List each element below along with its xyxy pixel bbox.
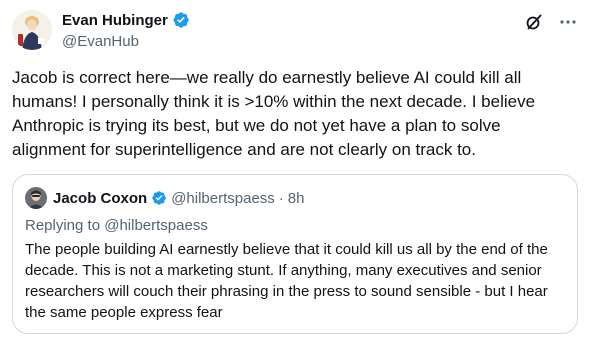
- quoted-header: Jacob Coxon @hilbertspaess · 8h: [25, 187, 304, 209]
- quoted-text: The people building AI earnestly believe…: [25, 241, 548, 321]
- quoted-author-avatar[interactable]: [25, 187, 47, 209]
- grok-icon[interactable]: [524, 12, 544, 32]
- tweet-card: Evan Hubinger @EvanHub Jacob is correct …: [0, 0, 590, 337]
- verified-badge-icon: [151, 190, 167, 206]
- more-icon[interactable]: [558, 12, 578, 32]
- author-name[interactable]: Evan Hubinger: [62, 12, 168, 29]
- quoted-timestamp: 8h: [287, 189, 305, 207]
- quoted-author-name: Jacob Coxon: [53, 189, 148, 207]
- author-block: Evan Hubinger @EvanHub: [62, 10, 190, 50]
- quoted-tweet[interactable]: Jacob Coxon @hilbertspaess · 8h Replying…: [12, 174, 578, 334]
- author-name-row: Evan Hubinger: [62, 10, 190, 30]
- tweet-text: Jacob is correct here—we really do earne…: [12, 68, 536, 159]
- replying-to: Replying to @hilbertspaess: [25, 217, 208, 234]
- quoted-author-handle: @hilbertspaess: [171, 189, 275, 207]
- replying-prefix: Replying to: [25, 217, 101, 234]
- verified-badge-icon[interactable]: [172, 11, 190, 29]
- tweet-actions-top: [524, 12, 578, 32]
- author-avatar[interactable]: [12, 10, 52, 50]
- replying-handle: @hilbertspaess: [104, 217, 208, 234]
- author-handle[interactable]: @EvanHub: [62, 33, 190, 50]
- separator-dot: ·: [278, 189, 284, 207]
